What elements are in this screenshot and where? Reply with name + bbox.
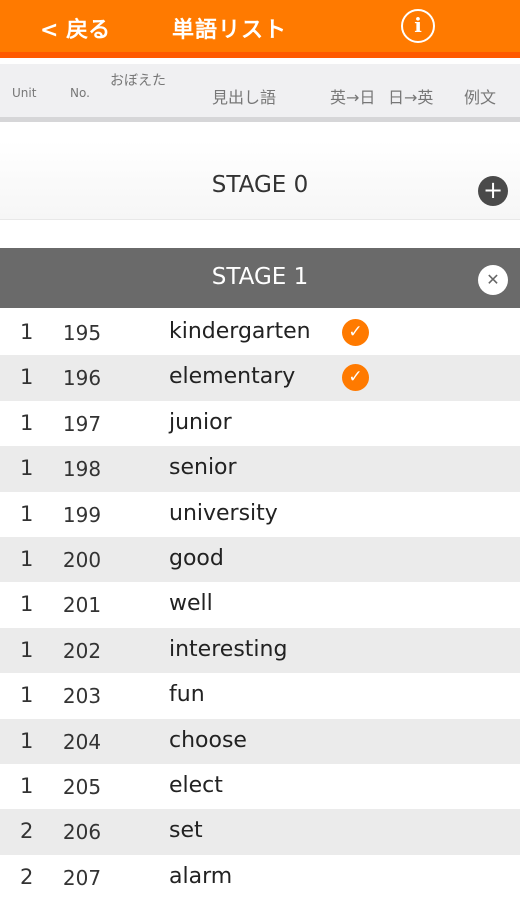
close-icon[interactable]: ✕ [478, 265, 508, 295]
stage-1-label: STAGE 1 [211, 264, 309, 290]
info-icon[interactable]: i [401, 9, 435, 43]
row-unit: 1 [20, 683, 34, 708]
word-row[interactable]: 1 205 elect [0, 763, 520, 810]
word-row[interactable]: 1 204 choose [0, 718, 520, 764]
word-row[interactable]: 1 202 interesting [0, 627, 520, 674]
word-row[interactable]: 1 200 good [0, 536, 520, 583]
row-number: 201 [62, 593, 102, 618]
stage-0-header[interactable]: STAGE 0 [0, 140, 520, 220]
row-headword: good [169, 545, 224, 571]
word-row[interactable]: 1 197 junior [0, 400, 520, 447]
memorized-check-icon[interactable]: ✓ [342, 319, 369, 346]
row-headword: university [169, 500, 278, 526]
row-headword: choose [169, 727, 247, 753]
nav-accent-line [0, 52, 520, 58]
row-headword: alarm [169, 863, 233, 889]
row-headword: senior [169, 455, 237, 481]
col-ja-to-en[interactable]: 日→英 [388, 84, 433, 108]
row-headword: junior [169, 409, 232, 435]
row-number: 206 [62, 820, 102, 845]
row-number: 204 [62, 729, 102, 754]
row-number: 207 [62, 865, 102, 890]
plus-icon[interactable]: + [478, 176, 508, 206]
row-number: 203 [62, 684, 102, 709]
row-number: 202 [62, 638, 102, 663]
row-unit: 2 [20, 864, 34, 889]
word-row[interactable]: 1 203 fun [0, 673, 520, 719]
word-row[interactable]: 1 196 elementary ✓ [0, 355, 520, 401]
row-unit: 1 [20, 501, 34, 526]
row-unit: 1 [20, 637, 34, 662]
stage-0-label: STAGE 0 [211, 172, 309, 198]
word-row[interactable]: 1 198 senior [0, 446, 520, 492]
word-row[interactable]: 1 195 kindergarten ✓ [0, 310, 520, 356]
row-unit: 2 [20, 819, 34, 844]
row-headword: elect [169, 772, 223, 798]
row-unit: 1 [20, 592, 34, 617]
word-row[interactable]: 1 199 university [0, 491, 520, 537]
row-unit: 1 [20, 728, 34, 753]
row-unit: 1 [20, 365, 34, 390]
col-headword: 見出し語 [212, 88, 277, 107]
word-row[interactable]: 2 207 alarm [0, 854, 520, 900]
col-no: No. [70, 86, 90, 100]
row-unit: 1 [20, 410, 34, 435]
row-unit: 1 [20, 773, 34, 798]
stage-1-header[interactable]: STAGE 1 [0, 248, 520, 308]
back-button[interactable]: < 戻る [40, 12, 110, 44]
row-headword: elementary [169, 364, 296, 390]
row-unit: 1 [20, 456, 34, 481]
row-number: 195 [62, 321, 102, 345]
row-number: 197 [62, 411, 102, 436]
row-number: 198 [62, 457, 102, 482]
col-unit: Unit [12, 86, 37, 100]
row-headword: fun [169, 682, 205, 708]
column-header: Unit No. おぼえた 見出し語 英→日 日→英 例文 [0, 64, 520, 122]
col-en-to-ja[interactable]: 英→日 [330, 84, 375, 108]
col-example[interactable]: 例文 [464, 84, 496, 108]
nav-bar: < 戻る 単語リスト i [0, 0, 520, 58]
row-headword: kindergarten [169, 319, 311, 344]
word-list: 1 195 kindergarten ✓ 1 196 elementary ✓ 1 197 juni… [0, 310, 520, 900]
row-unit: 1 [20, 320, 34, 344]
memorized-check-icon[interactable]: ✓ [342, 364, 369, 392]
row-unit: 1 [20, 546, 34, 571]
page-title: 単語リスト [172, 18, 288, 43]
row-headword: well [169, 591, 213, 617]
row-headword: interesting [169, 636, 288, 662]
row-headword: set [169, 818, 203, 844]
row-number: 205 [62, 774, 102, 799]
word-row[interactable]: 1 201 well [0, 582, 520, 628]
col-memorized: おぼえた [110, 73, 166, 89]
word-row[interactable]: 2 206 set [0, 809, 520, 855]
row-number: 200 [62, 547, 102, 572]
row-number: 199 [62, 502, 102, 527]
row-number: 196 [62, 366, 102, 391]
